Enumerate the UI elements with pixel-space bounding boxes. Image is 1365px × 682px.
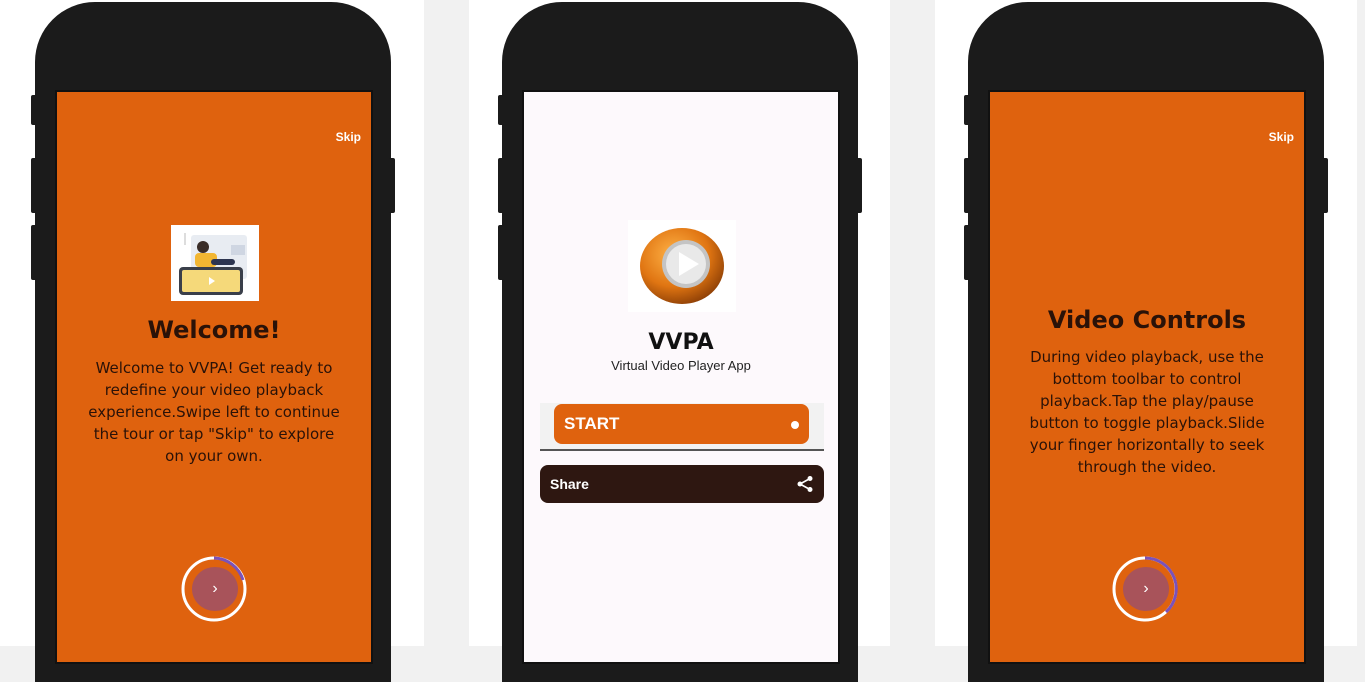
controls-body: During video playback, use the bottom to…: [1029, 348, 1265, 476]
chevron-right-icon: ›: [1143, 580, 1149, 597]
next-button[interactable]: ›: [181, 556, 247, 622]
phone-welcome: Skip Welcome! Welcome to VVPA! Get ready…: [31, 2, 395, 682]
welcome-title: Welcome!: [147, 316, 281, 344]
app-name: VVPA: [648, 330, 714, 355]
next-button[interactable]: ›: [1112, 556, 1178, 622]
skip-button[interactable]: Skip: [336, 130, 361, 144]
controls-screen: Skip Video Controls During video playbac…: [988, 90, 1306, 664]
start-button[interactable]: START: [554, 404, 809, 444]
phone-home: VVPA Virtual Video Player App START Shar…: [498, 2, 862, 682]
share-button[interactable]: Share: [540, 465, 824, 503]
home-screen: VVPA Virtual Video Player App START Shar…: [522, 90, 840, 664]
phone-controls: Skip Video Controls During video playbac…: [964, 2, 1328, 682]
welcome-screen: Skip Welcome! Welcome to VVPA! Get ready…: [55, 90, 373, 664]
welcome-illustration: [171, 225, 259, 301]
app-subtitle: Virtual Video Player App: [611, 358, 751, 373]
start-row: START: [540, 403, 824, 451]
start-label: START: [564, 414, 620, 433]
welcome-body: Welcome to VVPA! Get ready to redefine y…: [88, 359, 340, 465]
app-logo: [628, 220, 736, 312]
controls-title: Video Controls: [1047, 306, 1247, 334]
share-label: Share: [550, 476, 589, 492]
chevron-right-icon: ›: [212, 580, 218, 597]
skip-button[interactable]: Skip: [1269, 130, 1294, 144]
share-icon: [796, 475, 814, 496]
dot-icon: [791, 421, 799, 429]
